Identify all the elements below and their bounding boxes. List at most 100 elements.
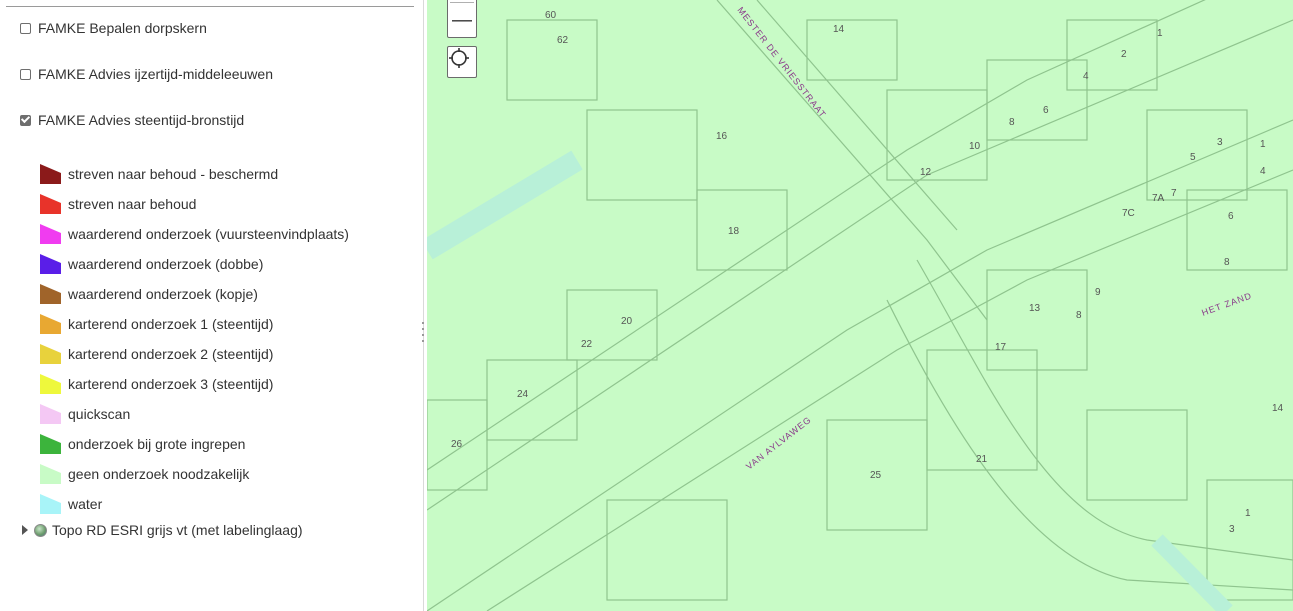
street-label-het-zand: HET ZAND <box>1200 290 1253 317</box>
parcel <box>1206 479 1293 601</box>
house-numbers: 606214 124681012161820222426252117138953 1… <box>451 10 1284 535</box>
panel-resize-handle[interactable] <box>422 322 425 342</box>
house-number-label: 10 <box>969 141 981 152</box>
house-number-label: 21 <box>976 454 988 465</box>
zoom-separator <box>450 2 474 3</box>
basemap-layer-row[interactable]: Topo RD ESRI grijs vt (met labelinglaag) <box>22 522 303 538</box>
legend-swatch <box>40 284 61 304</box>
crosshair-icon <box>449 48 469 68</box>
house-number-label: 7A <box>1152 193 1165 204</box>
legend-label: streven naar behoud - beschermd <box>68 166 279 182</box>
street-label-mester-de-vriesstraat: MESTER DE VRIESSTRAAT <box>735 5 828 120</box>
house-number-label: 8 <box>1076 310 1082 321</box>
parcel <box>1146 109 1248 201</box>
legend-label: waarderend onderzoek (kopje) <box>68 286 258 302</box>
legend-label: karterend onderzoek 2 (steentijd) <box>68 346 274 362</box>
layer-checkbox-checked[interactable] <box>20 114 31 126</box>
house-number-label: 3 <box>1229 524 1235 535</box>
legend-item: karterend onderzoek 1 (steentijd) <box>40 309 349 339</box>
layer-checkbox[interactable] <box>20 22 31 34</box>
layer-label: FAMKE Advies steentijd-bronstijd <box>38 112 245 128</box>
house-number-label: 26 <box>451 439 463 450</box>
layer-toggle-ijzertijd-middeleeuwen[interactable]: FAMKE Advies ijzertijd-middeleeuwen <box>20 66 273 82</box>
house-number-label: 24 <box>517 389 529 400</box>
road-outline <box>716 0 988 321</box>
parcel <box>506 19 598 101</box>
house-number-label: 1 <box>1260 139 1266 150</box>
legend-item: streven naar behoud - beschermd <box>40 159 349 189</box>
legend-swatch <box>40 464 61 484</box>
legend-label: karterend onderzoek 3 (steentijd) <box>68 376 274 392</box>
house-number-label: 1 <box>1245 508 1251 519</box>
layer-list-panel: FAMKE Bepalen dorpskern FAMKE Advies ijz… <box>0 0 424 611</box>
globe-icon <box>34 523 47 537</box>
house-number-label: 14 <box>833 24 845 35</box>
zoom-out-button[interactable]: — <box>452 9 472 32</box>
legend-swatch <box>40 494 61 514</box>
road-outline <box>886 299 1293 591</box>
street-label-van-aylvaweg: VAN AYLVAWEG <box>744 414 813 471</box>
legend-label: geen onderzoek noodzakelijk <box>68 466 250 482</box>
legend-swatch <box>40 164 61 184</box>
house-number-label: 62 <box>557 35 569 46</box>
legend-swatch <box>40 194 61 214</box>
legend-item: water <box>40 489 349 519</box>
house-number-label: 17 <box>995 342 1007 353</box>
legend-swatch <box>40 404 61 424</box>
legend-label: onderzoek bij grote ingrepen <box>68 436 246 452</box>
map-canvas: 606214 124681012161820222426252117138953 1… <box>427 0 1293 611</box>
house-number-label: 12 <box>920 167 932 178</box>
locate-button[interactable] <box>447 46 477 78</box>
house-number-label: 25 <box>870 470 882 481</box>
legend-swatch <box>40 434 61 454</box>
house-number-label: 1 <box>1157 28 1163 39</box>
legend-label: streven naar behoud <box>68 196 197 212</box>
parcel <box>1086 409 1188 501</box>
layer-toggle-bepalen-dorpskern[interactable]: FAMKE Bepalen dorpskern <box>20 20 207 36</box>
house-number-label: 4 <box>1260 166 1266 177</box>
house-number-label: 2 <box>1121 49 1127 60</box>
house-number-label: 7C <box>1122 208 1135 219</box>
map-view[interactable]: 60 62 14 1 2 4 6 8 10 12 16 18 20 22 24 26 25 21 17 13 8 9 5 3 1… <box>427 0 1293 611</box>
house-number-label: 22 <box>581 339 593 350</box>
legend-swatch <box>40 344 61 364</box>
canal <box>427 150 583 260</box>
parcel <box>1066 19 1158 91</box>
legend-item: geen onderzoek noodzakelijk <box>40 459 349 489</box>
house-number-label: 4 <box>1083 71 1089 82</box>
legend-swatch <box>40 254 61 274</box>
house-number-label: 6 <box>1043 105 1049 116</box>
house-number-label: 7 <box>1171 188 1177 199</box>
legend: streven naar behoud - beschermd streven n… <box>40 159 349 519</box>
legend-label: waarderend onderzoek (vuursteenvindplaat… <box>68 226 349 242</box>
legend-item: streven naar behoud <box>40 189 349 219</box>
zoom-control[interactable]: — <box>447 0 477 38</box>
canal <box>1151 534 1233 611</box>
house-number-label: 13 <box>1029 303 1041 314</box>
layer-checkbox[interactable] <box>20 68 31 80</box>
legend-item: onderzoek bij grote ingrepen <box>40 429 349 459</box>
legend-swatch <box>40 224 61 244</box>
parcel <box>696 189 788 271</box>
legend-item: karterend onderzoek 3 (steentijd) <box>40 369 349 399</box>
parcel <box>586 109 698 201</box>
parcel <box>926 349 1038 471</box>
legend-label: waarderend onderzoek (dobbe) <box>68 256 264 272</box>
house-number-label: 16 <box>716 131 728 142</box>
parcel <box>1186 189 1288 271</box>
layer-toggle-steentijd-bronstijd[interactable]: FAMKE Advies steentijd-bronstijd <box>20 112 244 128</box>
house-number-label: 6 <box>1228 211 1234 222</box>
basemap-label: Topo RD ESRI grijs vt (met labelinglaag) <box>52 522 303 538</box>
panel-divider <box>6 6 414 7</box>
layer-label: FAMKE Advies ijzertijd-middeleeuwen <box>38 66 273 82</box>
road-outline <box>427 0 1206 471</box>
legend-item: waarderend onderzoek (dobbe) <box>40 249 349 279</box>
house-number-label: 18 <box>728 226 740 237</box>
parcel <box>606 499 728 601</box>
legend-item: quickscan <box>40 399 349 429</box>
house-number-label: 60 <box>545 10 557 21</box>
legend-label: karterend onderzoek 1 (steentijd) <box>68 316 274 332</box>
layer-label: FAMKE Bepalen dorpskern <box>38 20 207 36</box>
parcel <box>806 19 898 81</box>
expand-arrow-icon[interactable] <box>22 525 28 535</box>
